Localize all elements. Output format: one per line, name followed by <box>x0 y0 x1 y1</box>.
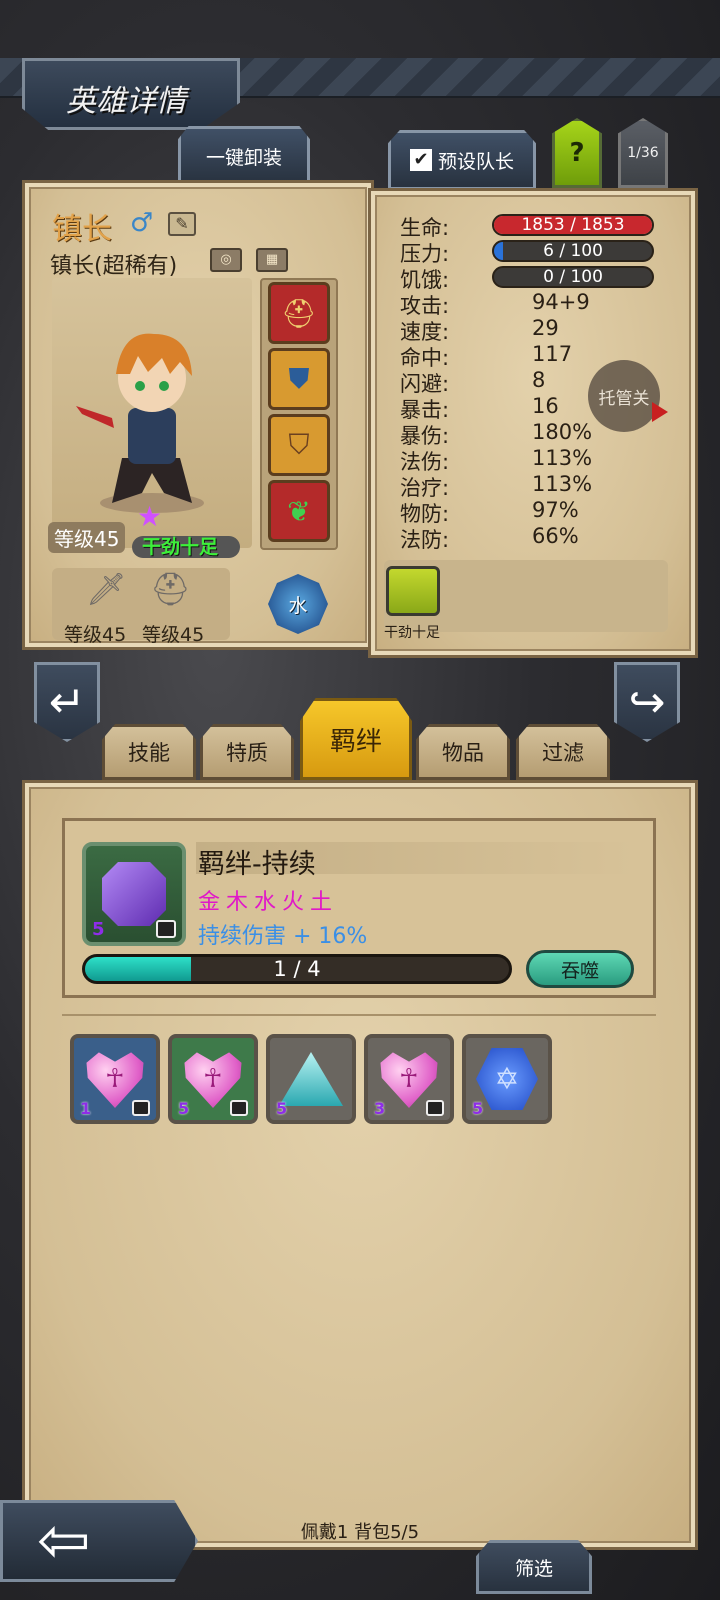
inventory-slot[interactable]: ☥ 3 <box>364 1034 454 1124</box>
auto-level-button[interactable]: 托管关 <box>588 360 660 432</box>
lock-icon <box>426 1100 444 1116</box>
tab-traits[interactable]: 特质 <box>200 724 294 780</box>
bond-progress-bar: 1 / 4 <box>82 954 512 984</box>
bond-title: 羁绊-持续 <box>198 849 316 880</box>
helmet-slot[interactable]: ⛑ <box>268 282 330 344</box>
stat-row: 物防: 97% <box>400 498 660 526</box>
stat-label: 法防: <box>400 528 450 552</box>
inventory-slot[interactable]: 5 <box>266 1034 356 1124</box>
bond-effect: 持续伤害 + 16% <box>198 924 368 949</box>
gem-level: 5 <box>178 1099 190 1118</box>
amethyst-gem-icon <box>102 862 166 926</box>
stat-row: 攻击: 94+9 <box>400 290 660 318</box>
tab-items[interactable]: 物品 <box>416 724 510 780</box>
expand-arrow-icon[interactable] <box>652 402 668 422</box>
sword-level: 等级45 <box>64 624 127 646</box>
stress-value: 6 / 100 <box>543 241 603 261</box>
stat-value: 113% <box>532 472 593 496</box>
bond-elements: 金木水火土 <box>198 890 339 915</box>
gem-level: 5 <box>472 1099 484 1118</box>
stat-value: 113% <box>532 446 593 470</box>
hunger-bar: 0 / 100 <box>492 266 654 288</box>
hunger-value: 0 / 100 <box>543 267 603 287</box>
armor-icon: ⛊ <box>288 362 310 395</box>
stat-stress: 压力: 6 / 100 <box>400 238 660 266</box>
edit-name-icon[interactable]: ✎ <box>168 212 196 236</box>
helm-icon[interactable]: ⛑ <box>150 570 191 608</box>
stat-value: 8 <box>532 368 546 392</box>
stat-value: 97% <box>532 498 579 522</box>
star-icon: ★ <box>137 500 163 533</box>
stat-value: 180% <box>532 420 593 444</box>
sword-icon[interactable]: 🗡 <box>86 570 127 608</box>
rarity-info-icon[interactable]: ▦ <box>256 248 288 272</box>
gem-level: 3 <box>374 1099 386 1118</box>
water-element-icon[interactable]: 水 <box>268 574 328 634</box>
stat-value: 16 <box>532 394 559 418</box>
lock-icon <box>230 1100 248 1116</box>
gem-level: 1 <box>80 1099 92 1118</box>
bond-gem-level: 5 <box>92 919 105 940</box>
stat-value: 29 <box>532 316 559 340</box>
leaf-blade-icon: ❦ <box>287 494 311 528</box>
weapon-slot[interactable]: ❦ <box>268 480 330 542</box>
male-icon: ♂ <box>130 208 154 238</box>
stat-hunger: 饥饿: 0 / 100 <box>400 264 660 292</box>
divider <box>62 1014 656 1016</box>
inventory-slot[interactable]: ✡ 5 <box>462 1034 552 1124</box>
gem-level: 5 <box>276 1099 288 1118</box>
star-gem-icon: ✡ <box>476 1048 538 1110</box>
hp-value: 1853 / 1853 <box>521 215 625 235</box>
trait-skill-icon[interactable] <box>386 566 440 616</box>
stat-row: 法防: 66% <box>400 524 660 552</box>
checkbox-icon[interactable]: ✔ <box>409 149 432 171</box>
stat-value: 66% <box>532 524 579 548</box>
stat-row: 法伤: 113% <box>400 446 660 474</box>
filter-button[interactable]: 筛选 <box>476 1540 592 1594</box>
page-title: 英雄详情 <box>66 84 186 119</box>
stat-row: 速度: 29 <box>400 316 660 344</box>
hp-bar: 1853 / 1853 <box>492 214 654 236</box>
stat-value: 94+9 <box>532 290 590 314</box>
hero-class: 镇长(超稀有) <box>50 254 178 279</box>
devour-button[interactable]: 吞噬 <box>526 950 634 988</box>
hero-name: 镇长 <box>52 212 112 247</box>
tab-bonds[interactable]: 羁绊 <box>300 698 412 780</box>
helm-level: 等级45 <box>142 624 205 646</box>
stress-bar: 6 / 100 <box>492 240 654 262</box>
back-button[interactable]: ⇦ <box>0 1500 198 1582</box>
helmet-icon: ⛑ <box>281 296 317 330</box>
trait-skill-label: 干劲十足 <box>384 625 440 641</box>
bond-gem-slot[interactable]: 5 <box>82 842 186 946</box>
bond-progress-text: 1 / 4 <box>273 957 321 981</box>
armor-slot[interactable]: ⛊ <box>268 348 330 410</box>
tab-filter[interactable]: 过滤 <box>516 724 610 780</box>
lock-icon <box>132 1100 150 1116</box>
tab-skills[interactable]: 技能 <box>102 724 196 780</box>
lock-icon <box>156 920 176 938</box>
unequip-all-button[interactable]: 一键卸装 <box>178 126 310 186</box>
shield-icon: ⛉ <box>288 428 310 461</box>
trait-label: 干劲十足 <box>132 536 240 558</box>
inventory-slot[interactable]: ☥ 5 <box>168 1034 258 1124</box>
stat-row: 治疗: 113% <box>400 472 660 500</box>
preset-leader-label: 预设队长 <box>437 150 514 173</box>
stat-hp: 生命: 1853 / 1853 <box>400 212 660 240</box>
stat-value: 117 <box>532 342 573 366</box>
inventory-slot[interactable]: ☥ 1 <box>70 1034 160 1124</box>
class-info-icon[interactable]: ◎ <box>210 248 242 272</box>
preset-leader-button[interactable]: ✔ 预设队长 <box>388 130 536 190</box>
hero-level: 等级45 <box>48 522 126 553</box>
shield-slot[interactable]: ⛉ <box>268 414 330 476</box>
triangle-gem-icon <box>279 1052 343 1106</box>
